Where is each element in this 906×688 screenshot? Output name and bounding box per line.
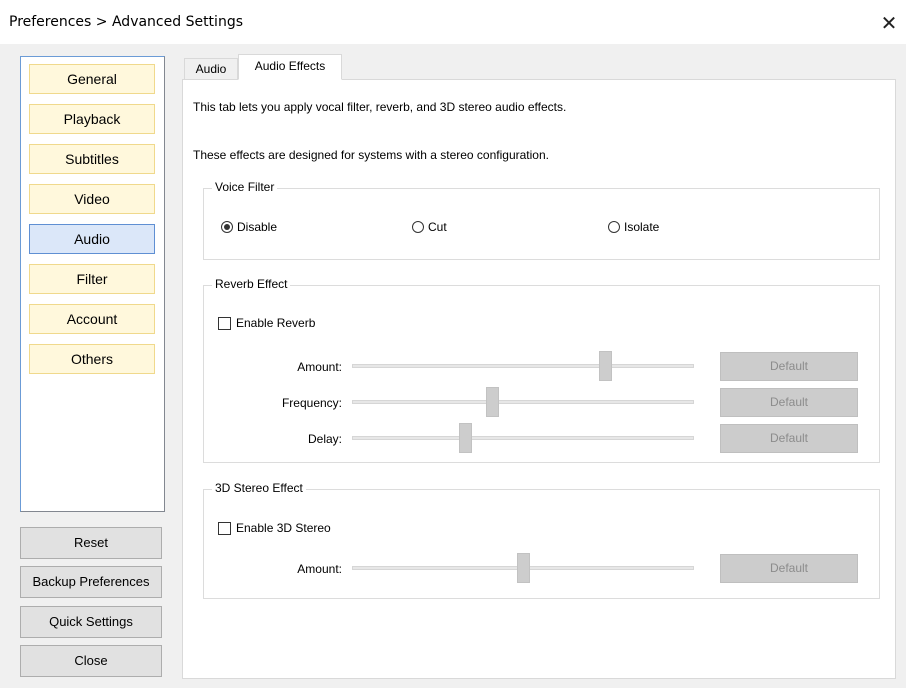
close-icon[interactable]: ✕: [872, 6, 906, 40]
reverb-frequency-label: Frequency:: [281, 396, 342, 410]
reverb-frequency-thumb[interactable]: [486, 387, 500, 417]
reset-button[interactable]: Reset: [20, 527, 162, 559]
note-text: These effects are designed for systems w…: [193, 148, 549, 162]
voice-filter-group: Voice Filter Disable Cut Isolate: [203, 180, 880, 260]
enable-reverb-checkbox[interactable]: Enable Reverb: [218, 316, 315, 330]
close-button[interactable]: Close: [20, 645, 162, 677]
tab-panel: This tab lets you apply vocal filter, re…: [182, 79, 896, 679]
tab-audio-effects[interactable]: Audio Effects: [238, 54, 342, 80]
intro-text: This tab lets you apply vocal filter, re…: [193, 100, 567, 114]
checkbox-label: Enable 3D Stereo: [236, 521, 331, 535]
reverb-title: Reverb Effect: [212, 277, 291, 291]
quick-settings-button[interactable]: Quick Settings: [20, 606, 162, 638]
radio-label: Disable: [237, 220, 278, 234]
sidebar-item-playback[interactable]: Playback: [29, 104, 155, 134]
sidebar-item-video[interactable]: Video: [29, 184, 155, 214]
checkbox-icon: [218, 316, 231, 330]
stereo-amount-thumb[interactable]: [517, 553, 530, 583]
reverb-amount-label: Amount:: [297, 360, 342, 374]
radio-unselected-icon: [412, 221, 424, 233]
radio-unselected-icon: [608, 221, 620, 233]
reverb-delay-thumb[interactable]: [458, 423, 472, 453]
reverb-frequency-track[interactable]: [352, 400, 694, 404]
reverb-delay-track[interactable]: [352, 436, 694, 440]
checkbox-icon: [218, 521, 231, 535]
reverb-frequency-default-button[interactable]: Default: [720, 388, 858, 417]
radio-label: Cut: [428, 220, 447, 234]
tab-audio[interactable]: Audio: [184, 58, 238, 79]
radio-disable[interactable]: Disable: [221, 220, 277, 234]
stereo-amount-default-button[interactable]: Default: [720, 554, 858, 583]
reverb-delay-label: Delay:: [307, 432, 342, 446]
radio-selected-icon: [221, 221, 233, 233]
reverb-delay-default-button[interactable]: Default: [720, 424, 858, 453]
radio-cut[interactable]: Cut: [412, 220, 447, 234]
radio-label: Isolate: [624, 220, 660, 234]
enable-3d-stereo-checkbox[interactable]: Enable 3D Stereo: [218, 521, 331, 535]
radio-isolate[interactable]: Isolate: [608, 220, 659, 234]
sidebar-item-general[interactable]: General: [29, 64, 155, 94]
stereo-amount-label: Amount:: [297, 562, 342, 576]
reverb-amount-track[interactable]: [352, 364, 694, 368]
sidebar-item-others[interactable]: Others: [29, 344, 155, 374]
sidebar-item-account[interactable]: Account: [29, 304, 155, 334]
stereo-group: 3D Stereo Effect Enable 3D Stereo Amount…: [203, 481, 880, 599]
reverb-amount-thumb[interactable]: [599, 351, 613, 381]
sidebar-item-audio[interactable]: Audio: [29, 224, 155, 254]
checkbox-label: Enable Reverb: [236, 316, 316, 330]
title-bar: Preferences > Advanced Settings ✕: [0, 0, 906, 44]
voice-filter-title: Voice Filter: [212, 180, 278, 194]
window-title: Preferences > Advanced Settings: [9, 14, 243, 30]
stereo-title: 3D Stereo Effect: [212, 481, 306, 495]
sidebar-item-subtitles[interactable]: Subtitles: [29, 144, 155, 174]
reverb-group: Reverb Effect Enable Reverb Amount: Defa…: [203, 277, 880, 463]
sidebar-item-filter[interactable]: Filter: [29, 264, 155, 294]
sidebar: General Playback Subtitles Video Audio F…: [20, 56, 165, 512]
backup-preferences-button[interactable]: Backup Preferences: [20, 566, 162, 598]
reverb-amount-default-button[interactable]: Default: [720, 352, 858, 381]
